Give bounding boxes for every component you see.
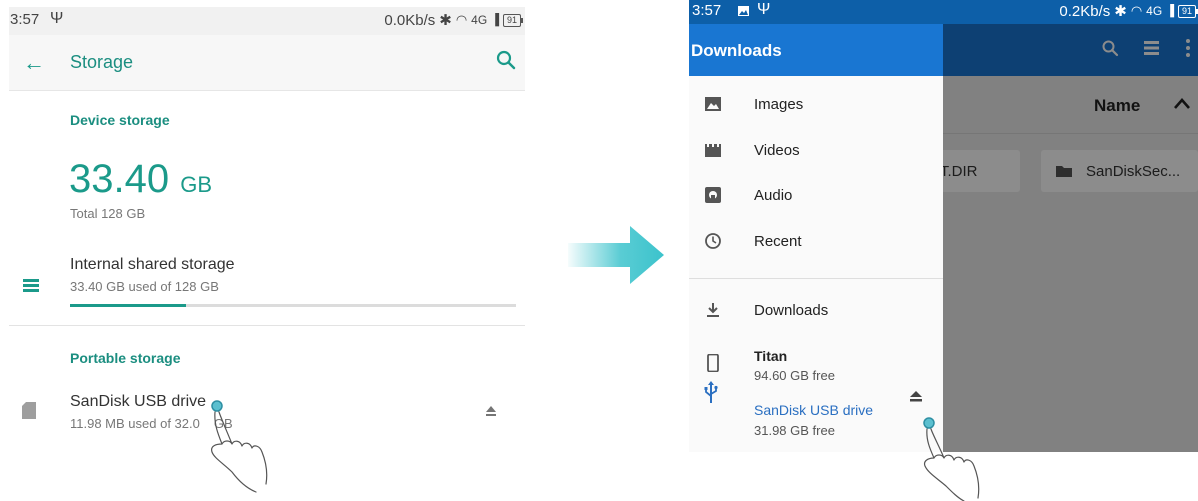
drawer-item-audio[interactable]: Audio [689,177,943,217]
drawer-item-images[interactable]: Images [689,86,943,126]
tap-hand-icon [211,400,268,493]
status-right: 0.2Kb/s ✱ ◠ 4G ▐ 91 [1059,2,1198,20]
eject-icon[interactable] [909,390,923,403]
stage: 3:57 Ψ 0.0Kb/s ✱ ◠ 4G ▐ 91 ← Storage Dev… [0,0,1198,501]
search-icon[interactable] [495,49,517,71]
tap-hand-icon [923,417,980,501]
files-screen: 3:57 Ψ 0.2Kb/s ✱ ◠ 4G ▐ 91 Name T.DIR Sa… [689,0,1198,452]
progress-fill [70,304,186,307]
signal-icon: ▐ [491,14,499,26]
usb-icon: Ψ [757,1,771,18]
sd-card-icon [22,402,36,419]
usb-icon: Ψ [50,10,64,27]
titan-title: Titan [754,348,788,364]
portable-storage-header: Portable storage [70,350,181,366]
device-storage-header: Device storage [70,112,170,128]
used-storage-value: 33.40 GB [69,157,212,202]
status-time: 3:57 [10,11,40,28]
internal-storage-progress [70,304,516,307]
wifi-icon: ◠ [455,12,468,27]
drawer-item-videos[interactable]: Videos [689,132,943,172]
status-bar: 3:57 Ψ 0.0Kb/s ✱ ◠ 4G ▐ 91 [9,7,525,35]
used-unit: GB [180,172,213,197]
video-icon [705,144,721,157]
total-storage: Total 128 GB [70,206,146,221]
eject-icon[interactable] [485,405,497,417]
drawer-item-label: Recent [754,233,802,250]
net-speed: 0.0Kb/s [384,11,436,29]
drawer-title: Downloads [689,24,943,76]
transition-arrow-icon [568,226,664,284]
drawer-separator [689,278,943,279]
internal-storage-subtitle: 33.40 GB used of 128 GB [70,279,219,294]
sandisk-subtitle-a: 11.98 MB used of 32.0 [70,416,200,431]
back-arrow-icon[interactable]: ← [23,50,45,76]
download-icon [707,303,719,317]
sandisk-title: SanDisk USB drive [754,402,874,418]
drawer-item-label: Videos [754,142,800,159]
battery-icon: 91 [502,13,524,27]
phone-icon [707,354,719,372]
wifi-icon: ◠ [1130,3,1143,18]
used-value: 33.40 [69,157,170,201]
titan-subtitle: 94.60 GB free [754,368,835,383]
net-speed: 0.2Kb/s [1059,2,1111,20]
signal-icon: ▐ [1166,5,1174,17]
status-time: 3:57 [692,2,722,19]
bluetooth-icon: ✱ [439,12,452,29]
battery-icon: 91 [1177,4,1198,18]
usb-drive-icon [704,381,718,403]
drawer-item-label: Downloads [754,302,829,319]
drawer-item-label: Audio [754,187,793,204]
internal-storage-title[interactable]: Internal shared storage [70,256,235,274]
network-type: 4G [1146,4,1163,18]
drawer-item-titan[interactable]: Titan 94.60 GB free [689,342,943,392]
status-bar: 3:57 Ψ 0.2Kb/s ✱ ◠ 4G ▐ 91 [689,0,1198,24]
sandisk-drive-title[interactable]: SanDisk USB drive [70,393,206,411]
drawer-item-downloads[interactable]: Downloads [689,292,943,332]
page-title: Storage [70,52,134,72]
clock-icon [705,233,721,249]
drawer-item-sandisk[interactable]: SanDisk USB drive 31.98 GB free [689,396,943,446]
navigation-drawer: Downloads Images Videos Audio Recent Dow… [689,24,943,452]
app-bar: ← Storage [9,35,525,91]
network-type: 4G [471,13,488,27]
audio-icon [705,187,721,203]
storage-screen: 3:57 Ψ 0.0Kb/s ✱ ◠ 4G ▐ 91 ← Storage Dev… [9,7,525,451]
divider [9,325,525,326]
image-notification-icon [738,6,749,16]
drawer-item-label: Images [754,96,804,113]
status-right: 0.0Kb/s ✱ ◠ 4G ▐ 91 [384,11,524,29]
bluetooth-icon: ✱ [1114,3,1127,20]
drawer-item-recent[interactable]: Recent [689,223,943,263]
sandisk-subtitle: 31.98 GB free [754,423,835,438]
storage-list-icon [23,279,39,292]
image-icon [705,97,721,111]
